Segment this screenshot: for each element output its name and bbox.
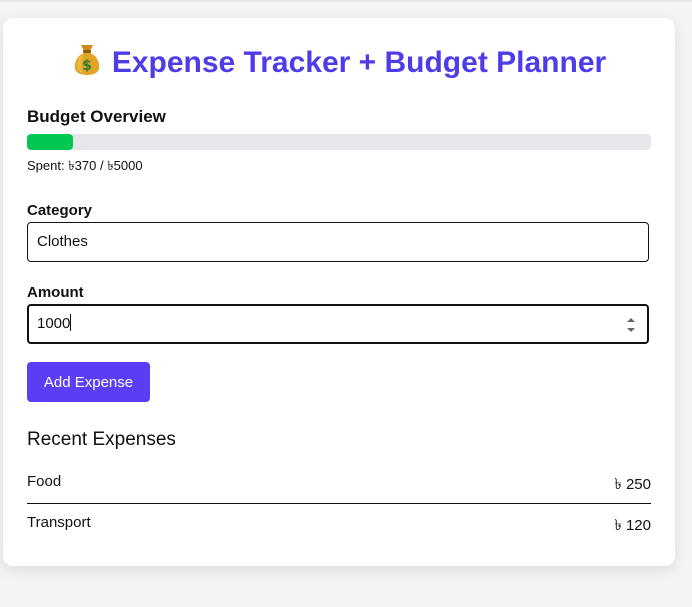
budget-progress-fill	[27, 134, 74, 150]
add-expense-button[interactable]: Add Expense	[27, 362, 150, 402]
expense-row: Transport ৳ 120	[27, 504, 651, 544]
expense-name: Transport	[27, 514, 91, 531]
money-bag-icon: $	[74, 45, 100, 75]
amount-input[interactable]: 1000	[27, 304, 649, 344]
amount-input-value: 1000	[37, 315, 71, 332]
expense-amount: ৳ 250	[614, 476, 651, 493]
amount-label: Amount	[27, 284, 84, 301]
app-title-text: Expense Tracker + Budget Planner	[111, 46, 607, 79]
top-divider	[0, 0, 692, 2]
expense-amount: ৳ 120	[614, 517, 651, 534]
category-input-value: Clothes	[37, 233, 88, 250]
page-title: $ Expense Tracker + Budget Planner	[3, 42, 675, 80]
svg-text:$: $	[82, 58, 92, 74]
expense-name: Food	[27, 473, 62, 490]
spent-summary: Spent: ৳370 / ৳5000	[27, 158, 143, 173]
expense-tracker-card: $ Expense Tracker + Budget Planner Budge…	[3, 18, 675, 566]
number-stepper-icon[interactable]	[625, 315, 637, 335]
budget-overview-heading: Budget Overview	[27, 107, 166, 126]
category-label: Category	[27, 202, 93, 219]
recent-expenses-heading: Recent Expenses	[27, 429, 176, 450]
category-input[interactable]: Clothes	[27, 222, 649, 262]
expense-row: Food ৳ 250	[27, 463, 651, 504]
text-caret	[70, 314, 72, 331]
budget-progress-bar	[27, 134, 651, 150]
